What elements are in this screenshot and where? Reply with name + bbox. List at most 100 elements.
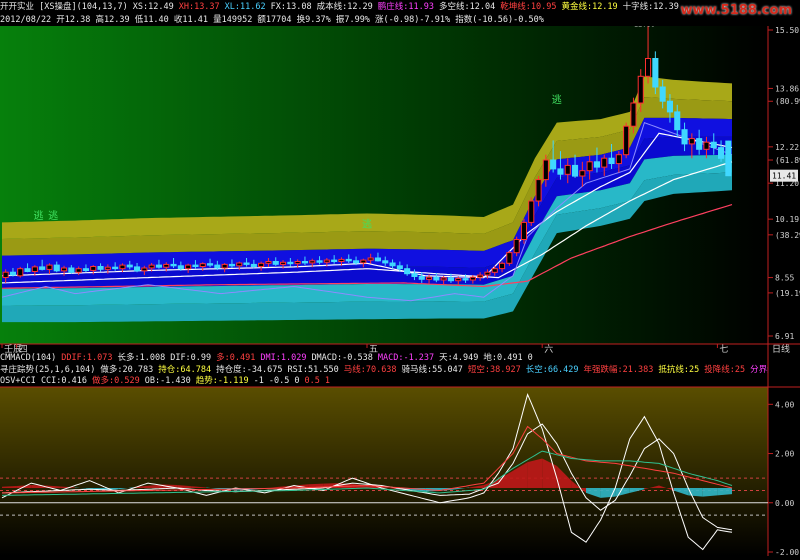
candle-body	[367, 257, 374, 261]
candle-body	[535, 179, 542, 202]
cci-readout: OSV+CCI CCI:0.416 做多:0.529 OB:-1.430 趋势:-1.…	[0, 375, 768, 387]
readout-value: XS:12.49	[132, 2, 174, 12]
candle-body	[316, 260, 323, 263]
candle-body	[703, 141, 710, 150]
candle-body	[97, 266, 104, 270]
candle-body	[725, 140, 732, 177]
readout-value: -0.5	[268, 376, 290, 386]
readout-value: 马线:70.638	[343, 365, 397, 375]
candle-body	[31, 266, 38, 272]
candle-body	[433, 276, 440, 281]
candle-body	[207, 263, 214, 266]
readout-value: 短空:38.927	[467, 365, 521, 375]
candle-body	[593, 161, 601, 168]
candle-body	[177, 265, 184, 270]
readout-value: 鹏庄线:11.93	[377, 2, 435, 12]
candle-body	[309, 260, 316, 264]
candle-body	[681, 129, 688, 145]
candle-body	[615, 154, 622, 165]
candle-body	[506, 252, 513, 264]
readout-value: 做多:20.783	[100, 365, 154, 375]
candle-body	[674, 111, 681, 131]
price-tick-label: (80.9%)	[775, 97, 800, 106]
candle-body	[338, 258, 345, 262]
readout-value: 开开实业 [XS操盘](104,13,7)	[0, 2, 128, 12]
readout-value: -1	[253, 376, 264, 386]
candle-body	[228, 263, 235, 267]
candle-body	[17, 268, 24, 277]
candle-body	[630, 102, 637, 127]
signal-label: 逃	[34, 209, 44, 222]
readout-value: 骑马线:55.047	[401, 365, 463, 375]
readout-value: 0	[527, 353, 533, 363]
candle-body	[579, 170, 586, 177]
candle-body	[24, 268, 31, 273]
osc-tick-label: -2.00	[775, 548, 799, 556]
candle-body	[440, 277, 447, 281]
period-label: 日线	[772, 343, 790, 355]
price-axis: 15.5013.86(80.9%)12.22(61.8%)11.2010.19(…	[768, 26, 800, 341]
candle-body	[119, 264, 126, 270]
candle-body	[185, 264, 192, 270]
readout-value: CMMACD(104)	[0, 353, 57, 363]
candle-body	[170, 263, 177, 267]
candle-body	[258, 262, 265, 267]
readout-value: 多:0.491	[216, 353, 256, 363]
price-tick-label: 13.86	[775, 84, 799, 93]
candle-body	[623, 125, 630, 156]
readout-value: 十字线:12.39	[622, 2, 679, 12]
readout-value: 分界线:5	[750, 365, 768, 375]
readout-value: 1	[324, 376, 330, 386]
readout-value: 持仓:64.784	[158, 365, 212, 375]
candle-body	[287, 261, 294, 265]
price-tick-label: (38.2%)	[775, 231, 800, 240]
candle-body	[586, 161, 593, 172]
candle-body	[688, 138, 695, 145]
readout-value: 黄金线:12.19	[561, 2, 618, 12]
osc-tick-label: 4.00	[775, 400, 794, 409]
candle-body	[250, 263, 257, 267]
candle-body	[528, 200, 535, 223]
candle-body	[221, 263, 228, 269]
readout-value: 乾坤线:10.95	[500, 2, 557, 12]
candle-body	[491, 268, 498, 273]
readout-value: 持仓度:-34.675	[216, 365, 283, 375]
candle-body	[601, 157, 608, 168]
readout-value: 抵抗线:25	[658, 365, 700, 375]
candle-body	[572, 164, 579, 177]
chart-canvas[interactable]: 逃逃逃逃12.80 15.5013.86(80.9%)12.22(61.8%)1…	[0, 0, 800, 557]
price-tick-label: 15.50	[775, 26, 799, 35]
candle-body	[374, 257, 381, 262]
candle-body	[404, 268, 411, 275]
site-watermark: www.5188.com	[680, 3, 792, 18]
readout-value: DMACD:-0.538	[311, 353, 373, 363]
readout-value: 成本线:12.29	[316, 2, 373, 12]
macd-readout: CMMACD(104) DDIF:1.073 长多:1.008 DIF:0.99 多:0…	[0, 352, 768, 364]
oscillator-panel-bg	[0, 387, 768, 556]
candle-body	[550, 159, 557, 170]
histogram-segment	[702, 488, 718, 497]
candle-body	[447, 277, 454, 282]
candle-body	[192, 264, 199, 268]
candle-body	[696, 138, 703, 150]
readout-value: DIF:0.99	[170, 353, 212, 363]
readout-value: 天:4.949	[439, 353, 479, 363]
candle-body	[637, 75, 644, 104]
candle-body	[272, 261, 279, 265]
candle-body	[294, 261, 301, 265]
candle-body	[462, 278, 469, 281]
candle-body	[608, 157, 615, 164]
candle-body	[659, 86, 666, 102]
readout-value: FX:13.08	[270, 2, 312, 12]
candle-body	[82, 268, 90, 272]
readout-value: 寻庄踪势(25,1,6,104)	[0, 365, 96, 375]
candle-body	[353, 260, 360, 264]
readout-value: 投降线:25	[704, 365, 746, 375]
readout-value: 地:0.491	[483, 353, 523, 363]
candle-body	[141, 267, 148, 272]
candle-body	[484, 271, 491, 276]
candle-body	[557, 168, 564, 175]
candle-body	[9, 271, 16, 276]
price-tick-label: 12.22	[775, 143, 799, 152]
readout-value: 0	[294, 376, 300, 386]
